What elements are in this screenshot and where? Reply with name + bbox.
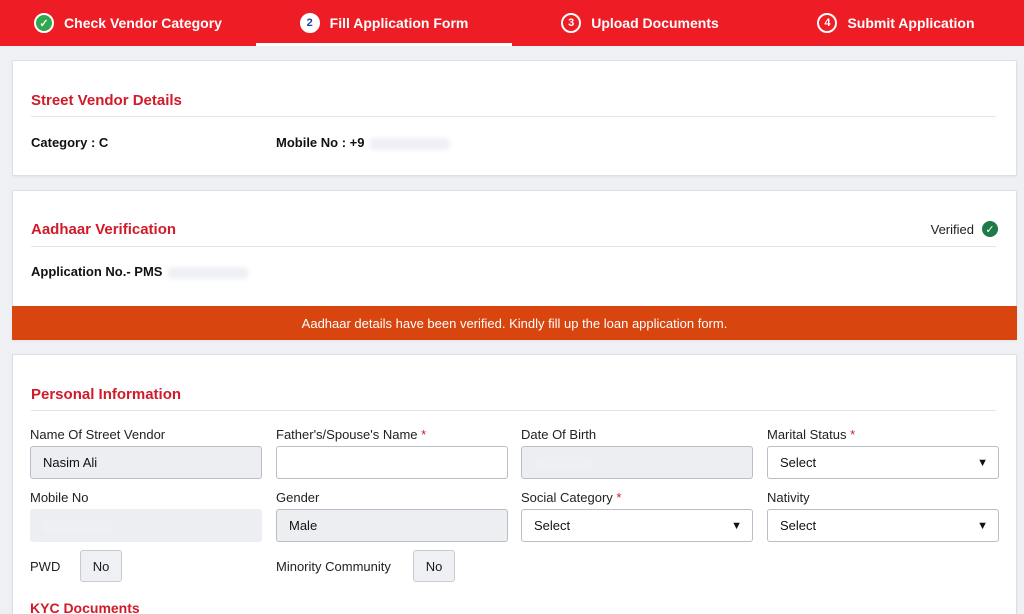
step-label: Fill Application Form — [329, 15, 469, 31]
dob-label: Date Of Birth — [521, 427, 597, 442]
divider — [31, 116, 996, 117]
pwd-toggle[interactable]: No — [80, 550, 122, 582]
card-title: Street Vendor Details — [31, 92, 182, 109]
nativity-select[interactable]: Select ▼ — [767, 509, 999, 542]
minority-community-toggle[interactable]: No — [413, 550, 455, 582]
step-submit-application[interactable]: 4 Submit Application — [768, 0, 1024, 46]
step-label: Upload Documents — [591, 15, 719, 31]
check-icon: ✓ — [34, 13, 55, 33]
gender-field[interactable]: Male — [276, 509, 508, 542]
street-vendor-details-card: Street Vendor Details Category : C Mobil… — [12, 60, 1017, 176]
card-title: Personal Information — [31, 386, 182, 403]
step-number: 2 — [299, 13, 320, 33]
nativity-label: Nativity — [767, 490, 810, 505]
check-circle-icon: ✓ — [982, 221, 998, 237]
mobile-label: Mobile No — [30, 490, 89, 505]
divider — [31, 246, 996, 247]
minority-community-label: Minority Community — [276, 559, 391, 574]
social-category-select[interactable]: Select ▼ — [521, 509, 753, 542]
date-of-birth-field[interactable] — [521, 446, 753, 479]
vendor-name-field[interactable]: Nasim Ali — [30, 446, 262, 479]
card-title: Aadhaar Verification — [31, 221, 177, 238]
step-number: 3 — [561, 13, 582, 33]
chevron-down-icon: ▼ — [977, 519, 988, 532]
father-spouse-name-input[interactable] — [276, 446, 508, 479]
personal-information-card: Personal Information — [12, 354, 1017, 614]
social-category-label: Social Category * — [521, 490, 622, 505]
step-label: Submit Application — [847, 15, 975, 31]
name-label: Name Of Street Vendor — [30, 427, 166, 442]
category-value: Category : C — [31, 135, 109, 150]
progress-stepper: ✓ Check Vendor Category 2 Fill Applicati… — [0, 0, 1024, 46]
step-upload-documents[interactable]: 3 Upload Documents — [512, 0, 768, 46]
mobile-number-value: Mobile No : +9 — [276, 135, 451, 150]
marital-status-label: Marital Status * — [767, 427, 856, 442]
verified-status: Verified ✓ — [931, 221, 998, 237]
application-number-value: Application No.- PMS — [31, 264, 249, 279]
step-number: 4 — [817, 13, 838, 33]
mobile-number-field[interactable] — [30, 509, 262, 542]
kyc-documents-heading: KYC Documents — [30, 600, 140, 614]
pwd-label: PWD — [30, 559, 61, 574]
step-fill-application-form[interactable]: 2 Fill Application Form — [256, 0, 512, 46]
marital-status-select[interactable]: Select ▼ — [767, 446, 999, 479]
father-name-label: Father's/Spouse's Name * — [276, 427, 427, 442]
verification-banner: Aadhaar details have been verified. Kind… — [12, 306, 1017, 340]
chevron-down-icon: ▼ — [731, 519, 742, 532]
step-label: Check Vendor Category — [64, 15, 222, 31]
step-check-vendor-category[interactable]: ✓ Check Vendor Category — [0, 0, 256, 46]
chevron-down-icon: ▼ — [977, 456, 988, 469]
divider — [31, 410, 996, 411]
gender-label: Gender — [276, 490, 320, 505]
